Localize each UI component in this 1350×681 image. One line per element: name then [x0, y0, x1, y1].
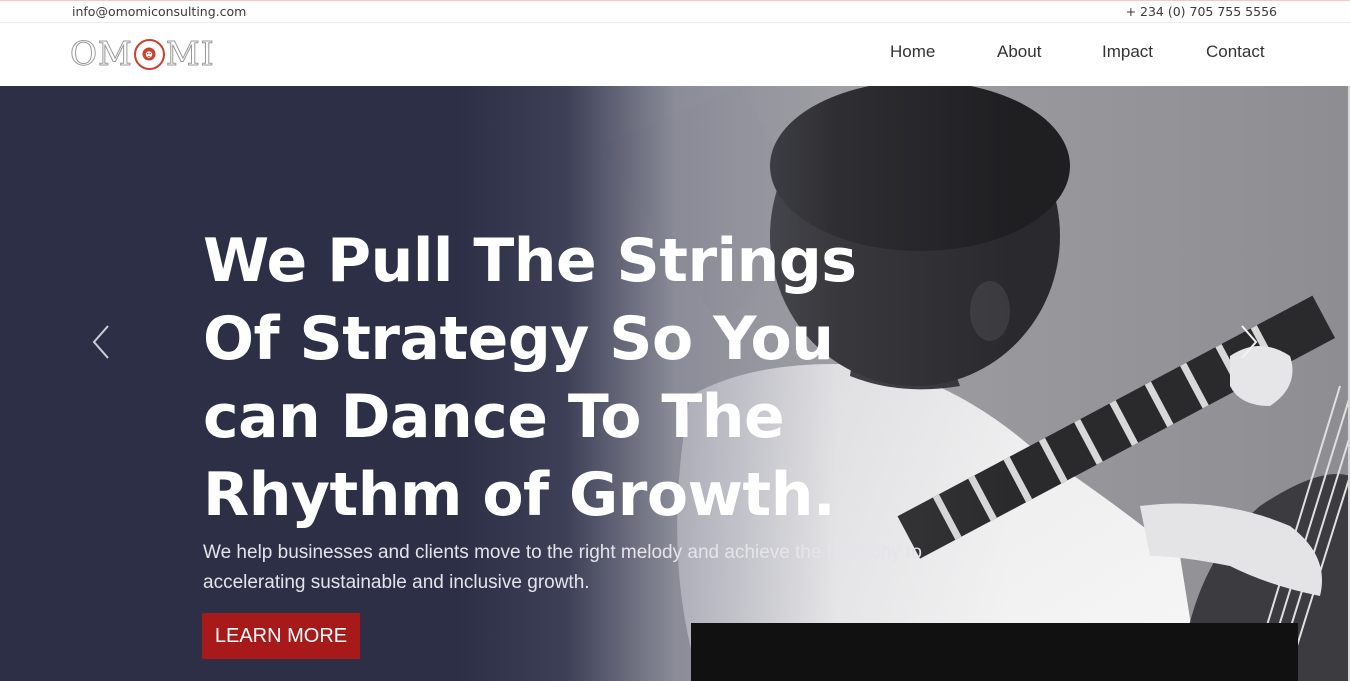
dark-content-panel — [691, 623, 1298, 681]
nav-about-link[interactable]: About — [997, 42, 1041, 62]
hero-subheadline: We help businesses and clients move to t… — [203, 542, 922, 593]
nav-home-link[interactable]: Home — [890, 42, 935, 62]
contact-phone[interactable]: + 234 (0) 705 755 5556 — [1126, 4, 1277, 19]
top-contact-bar: info@omomiconsulting.com + 234 (0) 705 7… — [0, 0, 1350, 23]
main-navbar: OM MI Home About Impact Contact — [0, 23, 1350, 86]
hero-slider: We Pull The Strings Of Strategy So You c… — [0, 86, 1350, 681]
chevron-left-icon[interactable] — [88, 322, 114, 362]
hero-headline: We Pull The Strings Of Strategy So You c… — [203, 226, 857, 530]
contact-email[interactable]: info@omomiconsulting.com — [72, 4, 246, 19]
chevron-right-icon[interactable] — [1236, 322, 1262, 362]
primary-nav: Home About Impact Contact — [0, 42, 1350, 66]
learn-more-button[interactable]: LEARN MORE — [202, 613, 360, 659]
nav-impact-link[interactable]: Impact — [1102, 42, 1153, 62]
nav-contact-link[interactable]: Contact — [1206, 42, 1265, 62]
